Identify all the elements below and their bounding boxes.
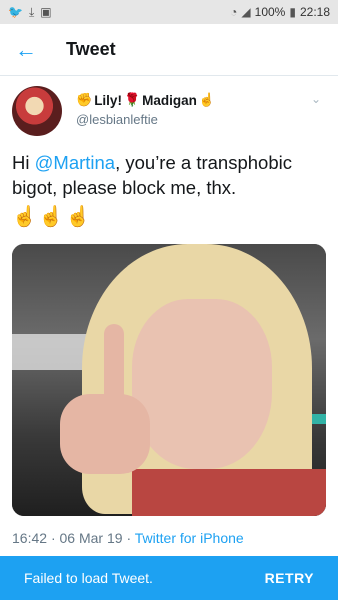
meta-separator: · [50, 530, 60, 546]
author-names: ✊ Lily! 🌹 Madigan ☝ @lesbianleftie [76, 86, 306, 142]
status-time: 22:18 [299, 5, 330, 19]
meta-separator: · [126, 530, 135, 546]
twitter-notification-icon: 🐦 [8, 5, 23, 19]
tweet-text-prefix: Hi [12, 152, 35, 173]
display-name[interactable]: ✊ Lily! 🌹 Madigan ☝ [76, 92, 306, 108]
tweet-emojis: ☝☝☝ [12, 206, 93, 228]
back-arrow-icon[interactable]: ← [0, 24, 52, 76]
tweet-header: ✊ Lily! 🌹 Madigan ☝ @lesbianleftie ⌄ [12, 86, 326, 142]
author-handle[interactable]: @lesbianleftie [76, 112, 306, 127]
snackbar-message: Failed to load Tweet. [24, 570, 153, 586]
tweet-text: Hi @Martina, you’re a transphobic bigot,… [12, 150, 326, 200]
tweet-photo[interactable] [12, 244, 326, 516]
chevron-down-icon[interactable]: ⌄ [306, 86, 326, 142]
display-name-part-1: Lily! [94, 92, 122, 108]
tweet-time: 16:42 [12, 530, 48, 546]
tweet-source-link[interactable]: Twitter for iPhone [135, 530, 244, 546]
tweet-meta: 16:42 · 06 Mar 19 · Twitter for iPhone [12, 530, 244, 546]
photo-shirt [132, 469, 326, 516]
download-icon: ⤓ [28, 5, 35, 19]
mention-link[interactable]: @Martina [35, 152, 115, 173]
signal-icon: ◢ [241, 5, 251, 19]
page-title: Tweet [66, 39, 116, 59]
wifi-icon: ◔ [230, 5, 238, 19]
sim-icon: ▣ [40, 5, 52, 19]
retry-button[interactable]: RETRY [265, 570, 314, 586]
pointing-up-emoji-icon: ☝ [198, 92, 216, 107]
avatar[interactable] [12, 86, 62, 136]
error-snackbar: Failed to load Tweet. RETRY [0, 556, 338, 600]
battery-percent: 100% [254, 5, 286, 19]
status-left-icons: 🐦 ⤓ ▣ [8, 6, 52, 18]
status-right-icons: ◔ ◢ 100% ▮ 22:18 [230, 5, 330, 19]
status-bar: 🐦 ⤓ ▣ ◔ ◢ 100% ▮ 22:18 [0, 0, 338, 24]
battery-icon: ▮ [289, 5, 296, 19]
photo-raised-finger [104, 324, 124, 414]
tweet-date: 06 Mar 19 [59, 530, 123, 546]
app-bar: ← Tweet [0, 24, 338, 76]
photo-face [132, 299, 272, 469]
display-name-part-2: Madigan [142, 92, 197, 108]
rose-emoji-icon: 🌹 [123, 92, 141, 107]
fist-emoji-icon: ✊ [76, 92, 93, 107]
